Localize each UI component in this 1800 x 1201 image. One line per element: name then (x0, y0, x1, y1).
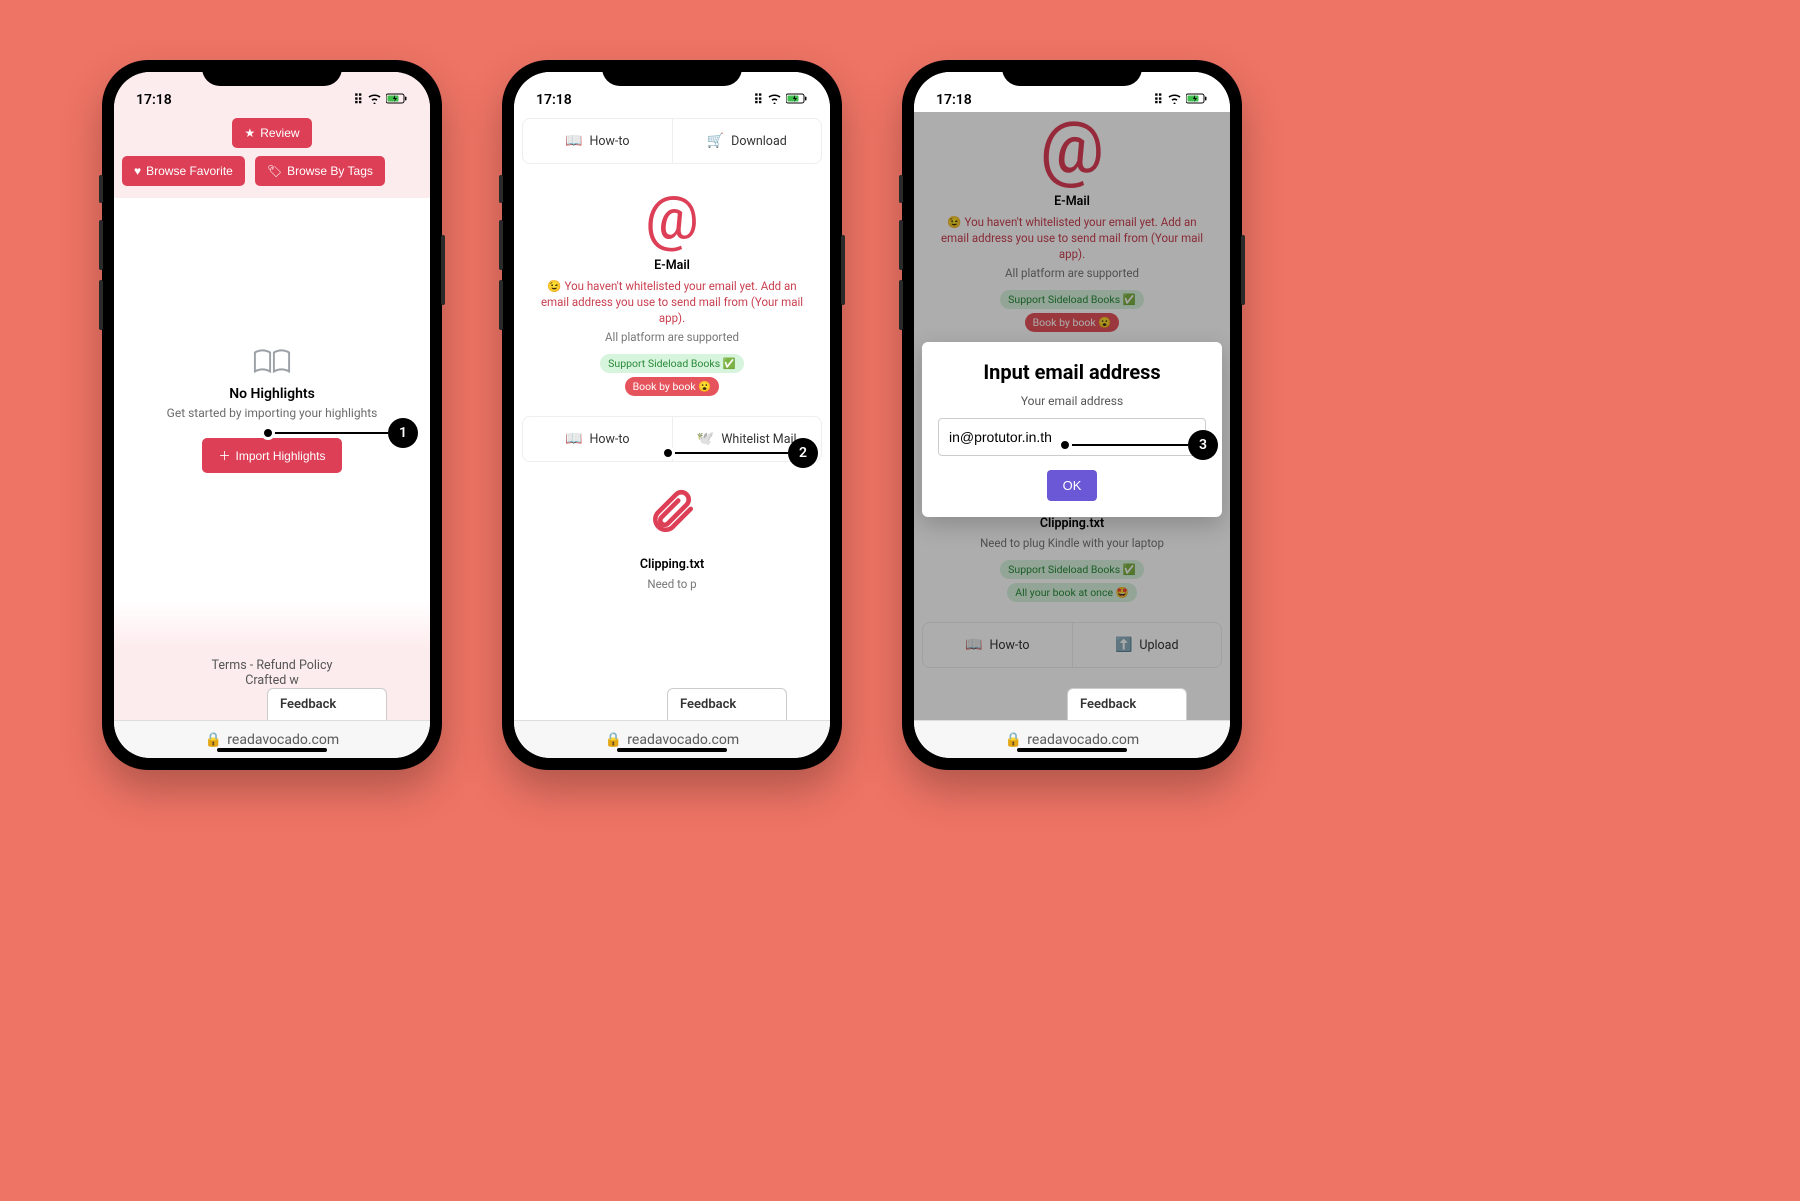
lock-icon: 🔒 (1005, 732, 1022, 748)
status-bar: 17:18 ⠿ (914, 72, 1230, 112)
review-button[interactable]: ★ Review (232, 118, 311, 148)
modal-title: Input email address (938, 360, 1206, 384)
status-icons: ⠿ (753, 93, 808, 108)
clipping-sub: Need to p (528, 577, 816, 591)
badge-book: Book by book 😮 (625, 377, 720, 396)
status-time: 17:18 (136, 92, 172, 108)
phone-1: 17:18 ⠿ ★ Review (102, 60, 442, 770)
feedback-tab[interactable]: Feedback (267, 688, 387, 720)
book-icon: 📖 (565, 431, 582, 447)
home-indicator (617, 748, 727, 752)
url-bar[interactable]: 🔒 readavocado.com (514, 720, 830, 758)
download-button[interactable]: 🛒 Download (672, 119, 822, 163)
phone-3: 17:18 ⠿ @ E-Mail 😉 You haven't whitelist… (902, 60, 1242, 770)
url-bar[interactable]: 🔒 readavocado.com (114, 720, 430, 758)
email-input[interactable] (938, 418, 1206, 456)
email-card: @ E-Mail 😉 You haven't whitelisted your … (514, 170, 830, 410)
callout-line-3 (1065, 444, 1188, 446)
at-icon: @ (645, 188, 699, 248)
wifi-icon (767, 93, 782, 108)
feedback-tab[interactable]: Feedback (1067, 688, 1187, 720)
status-bar: 17:18 ⠿ (514, 72, 830, 112)
callout-line-1 (268, 432, 388, 434)
callout-3: 3 (1188, 430, 1218, 460)
url-text: readavocado.com (627, 732, 739, 748)
browse-tags-button[interactable]: 🏷 Browse By Tags (255, 156, 385, 186)
star-icon: ★ (244, 126, 255, 140)
terms-link[interactable]: Terms - Refund Policy (114, 658, 430, 673)
email-title: E-Mail (528, 258, 816, 273)
book-icon (253, 348, 291, 376)
no-highlights-title: No Highlights (229, 386, 315, 402)
battery-icon (1186, 93, 1208, 108)
url-text: readavocado.com (1027, 732, 1139, 748)
phone-2: 17:18 ⠿ 📖 How-to 🛒 Download @ E-Ma (502, 60, 842, 770)
import-highlights-button[interactable]: ＋ Import Highlights (202, 438, 341, 473)
status-icons: ⠿ (1153, 93, 1208, 108)
howto-button-2[interactable]: 📖 How-to (523, 417, 672, 461)
howto-button[interactable]: 📖 How-to (523, 119, 672, 163)
ok-button[interactable]: OK (1047, 470, 1098, 501)
wifi-icon (1167, 93, 1182, 108)
tag-icon: 🏷 (267, 164, 282, 178)
signal-icon: ⠿ (753, 93, 763, 108)
home-indicator (1017, 748, 1127, 752)
status-time: 17:18 (936, 92, 972, 108)
feedback-tab[interactable]: Feedback (667, 688, 787, 720)
callout-1: 1 (388, 418, 418, 448)
badge-sideload: Support Sideload Books ✅ (600, 354, 744, 373)
callout-dot-2 (661, 446, 675, 460)
lock-icon: 🔒 (205, 732, 222, 748)
battery-icon (786, 93, 808, 108)
modal-label: Your email address (938, 394, 1206, 408)
crafted-text: Crafted w (114, 673, 430, 688)
email-warning: 😉 You haven't whitelisted your email yet… (528, 278, 816, 326)
status-time: 17:18 (536, 92, 572, 108)
battery-icon (386, 93, 408, 108)
clipping-card: Clipping.txt Need to p (514, 468, 830, 611)
signal-icon: ⠿ (353, 93, 363, 108)
paperclip-icon (647, 486, 697, 549)
clipping-title: Clipping.txt (528, 557, 816, 572)
url-bar[interactable]: 🔒 readavocado.com (914, 720, 1230, 758)
lock-icon: 🔒 (605, 732, 622, 748)
heart-icon: ♥ (134, 164, 141, 178)
callout-dot-1 (261, 426, 275, 440)
book-icon: 📖 (565, 133, 582, 149)
dove-icon: 🕊️ (697, 431, 714, 447)
email-platform: All platform are supported (528, 330, 816, 344)
cart-icon: 🛒 (707, 133, 724, 149)
signal-icon: ⠿ (1153, 93, 1163, 108)
callout-line-2 (668, 452, 788, 454)
status-bar: 17:18 ⠿ (114, 72, 430, 112)
home-indicator (217, 748, 327, 752)
email-modal: Input email address Your email address O… (922, 342, 1222, 517)
browse-favorite-button[interactable]: ♥ Browse Favorite (122, 156, 245, 186)
callout-2: 2 (788, 438, 818, 468)
status-icons: ⠿ (353, 93, 408, 108)
url-text: readavocado.com (227, 732, 339, 748)
callout-dot-3 (1058, 438, 1072, 452)
plus-icon: ＋ (218, 447, 230, 464)
wifi-icon (367, 93, 382, 108)
no-highlights-sub: Get started by importing your highlights (167, 406, 378, 420)
